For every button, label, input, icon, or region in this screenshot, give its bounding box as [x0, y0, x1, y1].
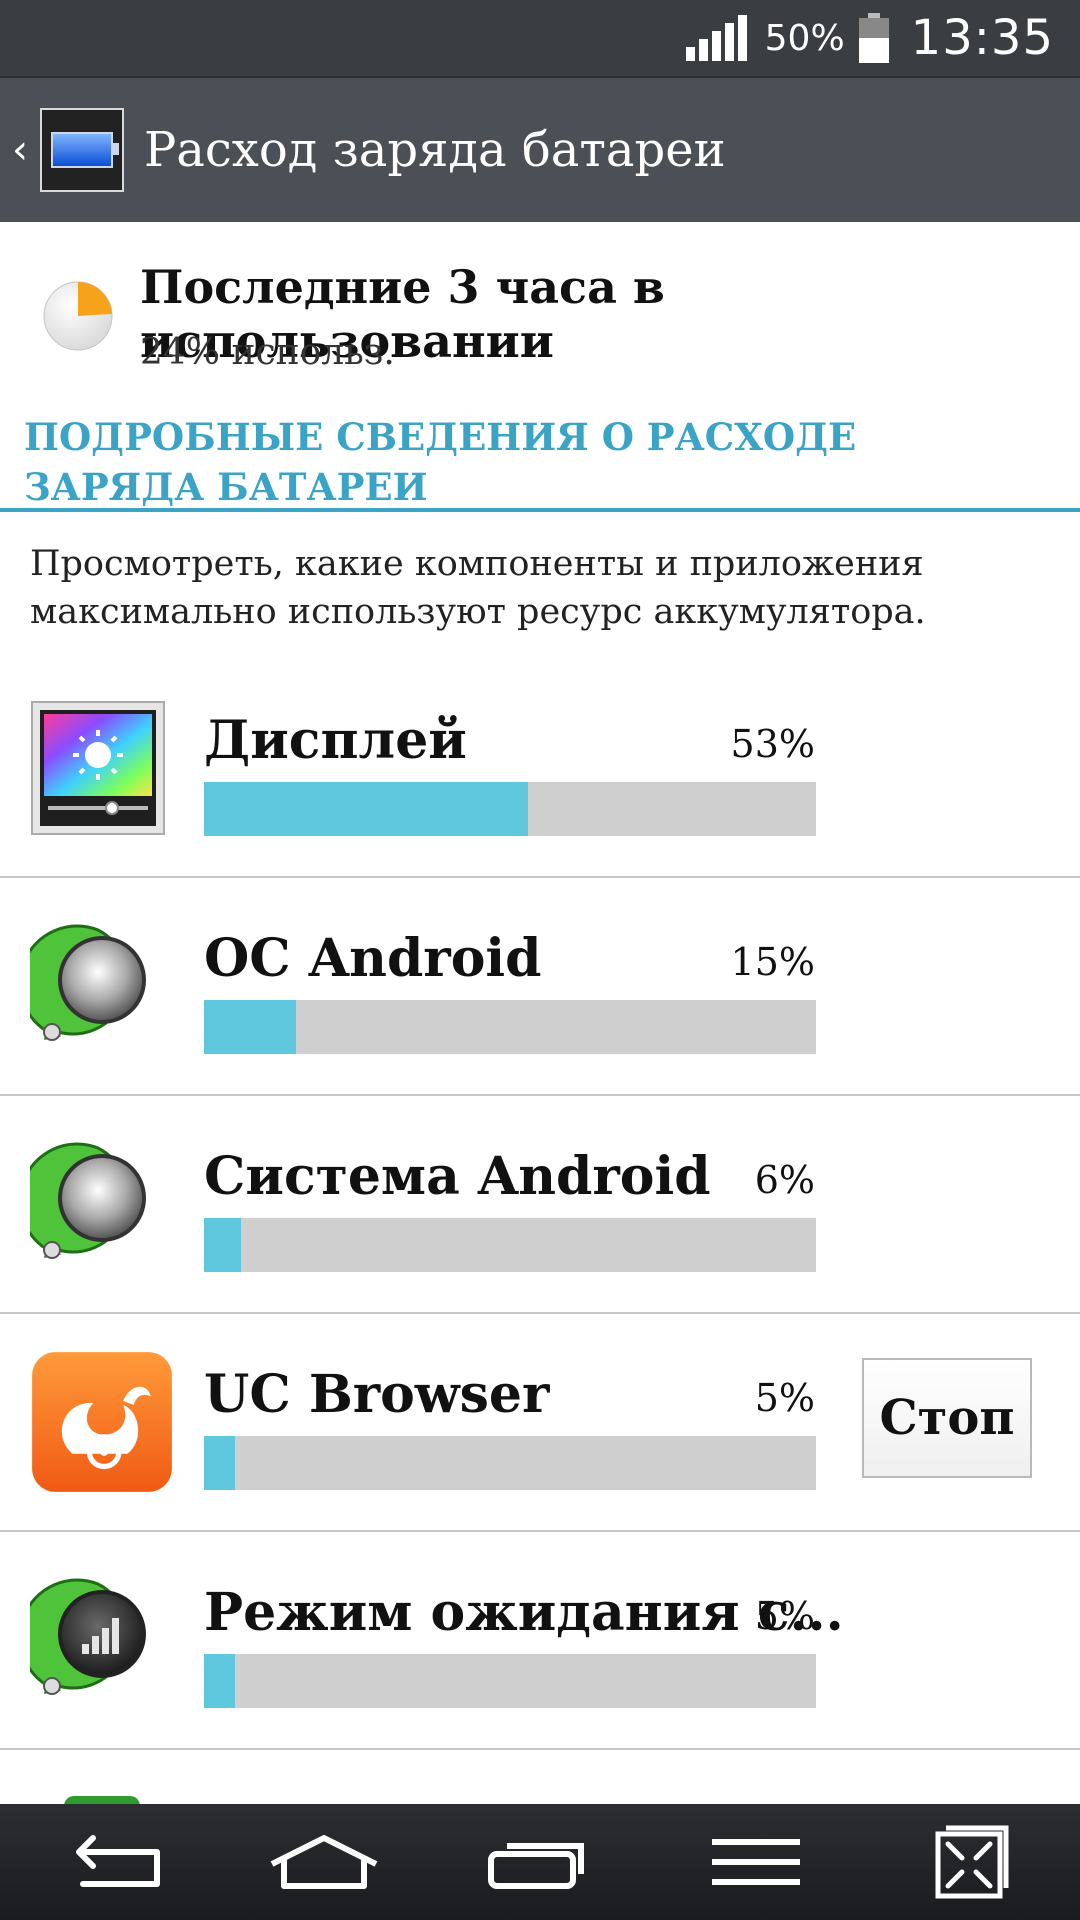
navigation-bar: [0, 1804, 1080, 1920]
android-os-icon: [30, 924, 146, 1041]
list-item-android-os[interactable]: ОС Android 15%: [0, 878, 1080, 1096]
usage-bar-fill: [204, 1218, 241, 1272]
back-icon[interactable]: ‹: [0, 78, 40, 222]
list-item-display[interactable]: Дисплей 53%: [0, 660, 1080, 878]
list-item-uc-browser[interactable]: UC Browser 5% Стоп: [0, 1314, 1080, 1532]
recent-apps-icon[interactable]: [480, 1817, 600, 1907]
battery-app-icon[interactable]: [40, 108, 124, 192]
clock: 13:35: [910, 10, 1054, 66]
item-percent: 15%: [730, 940, 815, 984]
item-name: UC Browser: [204, 1364, 550, 1425]
uc-browser-icon: [32, 1352, 172, 1492]
cell-standby-icon: [30, 1578, 146, 1695]
menu-icon[interactable]: [696, 1817, 816, 1907]
battery-icon: [858, 13, 889, 63]
display-brightness-icon: [31, 701, 165, 835]
usage-bar-fill: [204, 782, 529, 836]
usage-bar: [204, 1218, 816, 1272]
usage-pie-slice: [78, 282, 112, 316]
item-name: Дисплей: [204, 710, 467, 771]
usage-bar: [204, 1654, 816, 1708]
dual-window-icon[interactable]: [912, 1817, 1032, 1907]
section-description: Просмотреть, какие компоненты и приложен…: [30, 544, 926, 632]
summary-subtitle: 24% использ.: [140, 332, 395, 373]
item-percent: 6%: [754, 1158, 815, 1202]
usage-bar: [204, 1436, 816, 1490]
usage-bar-fill: [204, 1436, 235, 1490]
usage-bar-fill: [204, 1000, 296, 1054]
section-divider: [0, 508, 1080, 512]
usage-pie-icon: [43, 281, 113, 351]
battery-percent: 50%: [764, 17, 845, 59]
battery-usage-list: Дисплей 53% ОС Android 15% Система Andro…: [0, 660, 1080, 1750]
item-name: ОС Android: [204, 928, 542, 989]
usage-bar-fill: [204, 1654, 235, 1708]
item-percent: 53%: [730, 722, 815, 766]
usage-summary[interactable]: Последние 3 часа в использовании 24% исп…: [0, 220, 1080, 390]
action-bar: ‹ Расход заряда батареи: [0, 76, 1080, 222]
page-title: Расход заряда батареи: [144, 122, 726, 178]
item-name: Режим ожидания с...: [204, 1582, 844, 1643]
section-header: ПОДРОБНЫЕ СВЕДЕНИЯ О РАСХОДЕ ЗАРЯДА БАТА…: [24, 415, 857, 509]
usage-bar: [204, 1000, 816, 1054]
usage-bar: [204, 782, 816, 836]
list-item-android-system[interactable]: Система Android 6%: [0, 1096, 1080, 1314]
item-name: Система Android: [204, 1146, 711, 1207]
status-bar: 50% 13:35: [0, 0, 1080, 76]
home-icon[interactable]: [264, 1817, 384, 1907]
item-percent: 5%: [754, 1594, 815, 1638]
list-item-cell-standby[interactable]: Режим ожидания с... 5%: [0, 1532, 1080, 1750]
back-icon[interactable]: [48, 1817, 168, 1907]
item-percent: 5%: [754, 1376, 815, 1420]
stop-button[interactable]: Стоп: [862, 1358, 1032, 1478]
signal-icon: [685, 15, 747, 61]
android-system-icon: [30, 1142, 146, 1259]
